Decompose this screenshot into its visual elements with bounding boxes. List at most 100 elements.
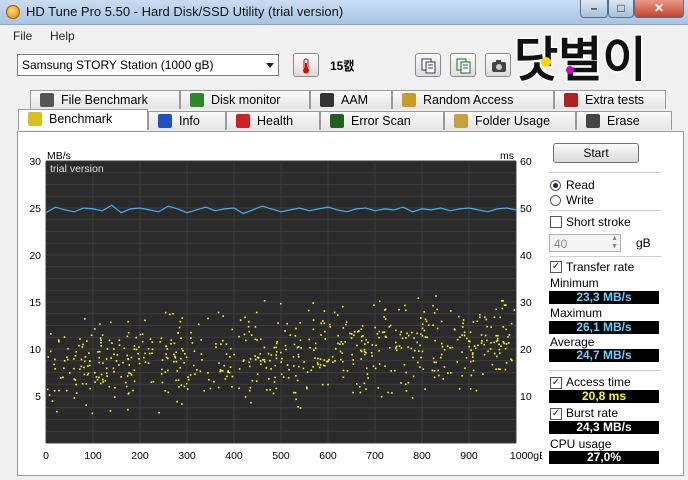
tab-error-scan[interactable]: Error Scan [320,111,444,130]
access-time-point [405,337,407,339]
separator [549,172,661,173]
access-time-point [374,367,377,370]
drive-select[interactable]: Samsung STORY Station (1000 gB) [17,54,279,76]
access-time-point [461,334,463,336]
tab-health[interactable]: Health [226,111,320,130]
access-time-point [184,352,186,355]
access-time-point [360,328,363,330]
menu-help[interactable]: Help [50,29,75,43]
access-time-point [273,346,276,349]
transfer-rate-checkbox[interactable]: ✓ [550,261,562,273]
menu-file[interactable]: File [13,29,32,43]
tab-benchmark[interactable]: Benchmark [18,109,148,130]
maximize-button[interactable]: □ [608,0,634,18]
access-time-point [358,330,360,332]
access-time-point [437,369,440,372]
access-time-point [395,349,398,352]
spin-down-icon[interactable]: ▼ [611,243,618,250]
chevron-down-icon[interactable] [266,63,274,68]
access-time-point [461,351,463,353]
access-time-point [144,319,146,322]
access-time-point [231,328,234,331]
access-time-point [127,332,130,334]
access-time-point [297,353,300,356]
start-button[interactable]: Start [553,143,639,163]
access-time-point [256,373,259,375]
short-stroke-checkbox[interactable] [550,216,562,228]
copy-text-button[interactable] [415,53,441,77]
minimize-button[interactable]: – [580,0,608,18]
temperature-button[interactable] [293,53,319,77]
access-time-point [244,396,247,398]
left-tick-label: 30 [29,156,41,168]
spin-up-icon[interactable]: ▲ [611,235,618,242]
read-radio[interactable] [550,180,561,191]
tab-folder-usage[interactable]: Folder Usage [444,111,576,130]
access-time-point [161,381,164,384]
access-time-point [225,343,228,346]
close-button[interactable]: ✕ [634,0,684,18]
access-time-point [167,391,170,394]
access-time-point [359,391,362,394]
access-time-point [340,341,343,343]
tab-file-benchmark[interactable]: File Benchmark [30,90,180,109]
access-time-point [130,356,133,359]
write-radio[interactable] [550,195,561,206]
access-time-point [380,395,383,398]
tab-info[interactable]: Info [148,111,226,130]
copy-all-button[interactable] [450,53,476,77]
access-time-point [433,370,436,372]
access-time-point [493,316,496,319]
tab-disk-monitor[interactable]: Disk monitor [180,90,310,109]
access-time-point [416,341,419,344]
access-time-point [150,381,153,384]
x-tick-label: 600 [319,450,337,462]
minimum-value: 23,3 MB/s [549,291,659,304]
access-time-point [275,387,278,390]
access-time-point [441,345,444,348]
access-time-point [293,343,296,346]
access-time-point [398,345,401,347]
access-time-point [417,297,420,299]
tab-extra-tests[interactable]: Extra tests [554,90,666,109]
access-time-point [395,345,398,348]
access-time-point [490,341,492,344]
tab-label: Error Scan [351,114,411,128]
access-time-point [98,356,101,359]
access-time-point [443,366,446,368]
access-time-point [66,358,69,361]
tab-random-access[interactable]: Random Access [392,90,554,109]
access-time-point [89,387,91,390]
access-time-point [247,325,250,328]
burst-rate-checkbox[interactable]: ✓ [550,408,562,420]
tab-erase[interactable]: Erase [576,111,672,130]
access-time-point [148,352,151,355]
access-time-point [298,365,300,368]
access-time-point [345,321,348,323]
access-time-point [275,354,278,356]
access-time-point [149,338,152,340]
access-time-point [486,325,488,328]
file-benchmark-icon [40,93,54,107]
access-time-point [337,334,339,337]
tab-aam[interactable]: AAM [310,90,392,109]
access-time-point [299,322,301,324]
access-time-point [370,351,373,354]
access-time-point [352,359,354,361]
short-stroke-input[interactable]: 40 ▲ ▼ [549,234,621,252]
access-time-point [318,366,321,369]
access-time-point [483,343,486,346]
access-time-checkbox[interactable]: ✓ [550,377,562,389]
access-time-point [220,343,222,345]
access-time-point [58,340,60,343]
access-time-point [170,339,173,341]
access-time-point [317,357,319,360]
access-time-point [95,376,98,378]
access-time-point [446,345,449,347]
access-time-point [390,370,393,372]
access-time-point [109,410,112,412]
access-time-point [400,382,402,384]
access-time-point [498,343,500,346]
window-title: HD Tune Pro 5.50 - Hard Disk/SSD Utility… [26,4,344,19]
access-time-point [226,375,228,378]
